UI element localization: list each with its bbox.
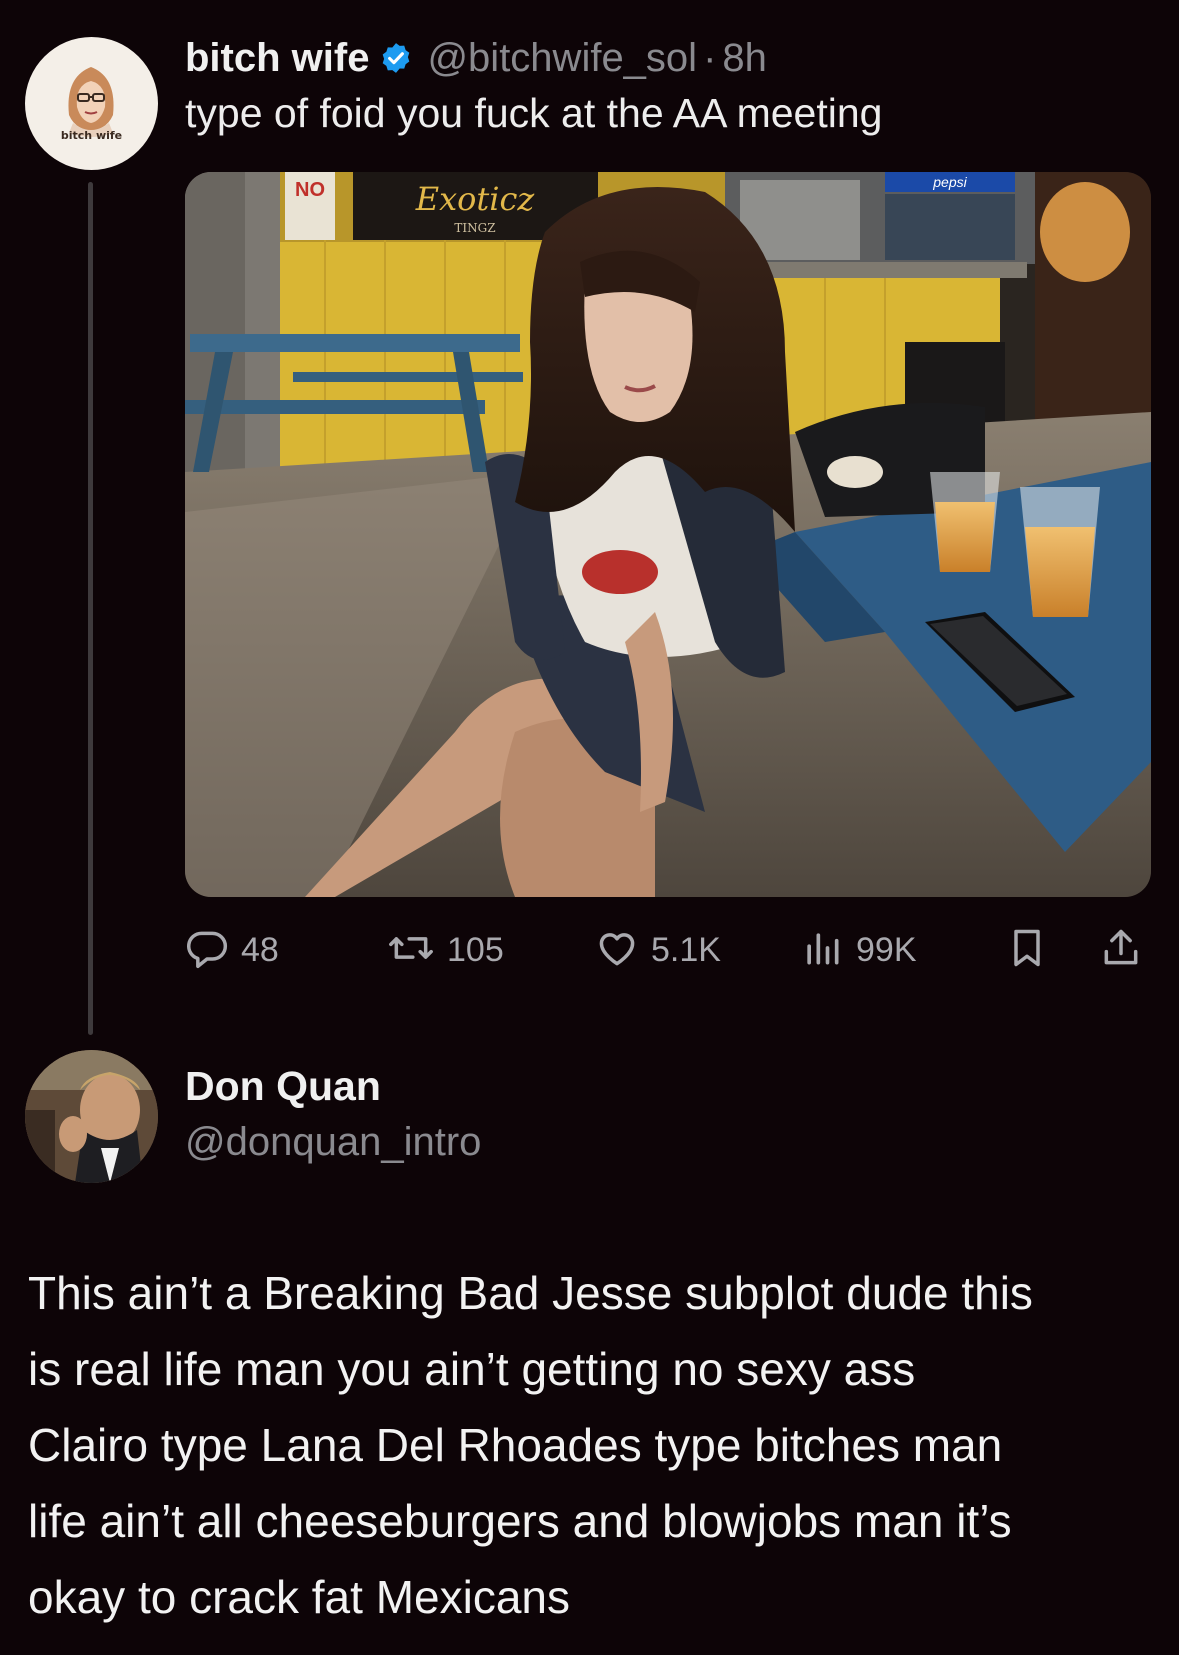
reply-count: 48	[241, 930, 279, 969]
author-avatar[interactable]: bitch wife	[25, 37, 158, 170]
no-sign-text: NO	[295, 179, 325, 201]
cartoon-woman-avatar-art	[68, 67, 114, 137]
reply-author-name[interactable]: Don Quan	[185, 1063, 381, 1110]
tweet-header: bitch wife @bitchwife_sol · 8h	[185, 30, 767, 86]
bookmark-icon	[1005, 926, 1049, 975]
reply-text-line: okay to crack fat Mexicans	[28, 1571, 570, 1623]
views-chart-icon	[800, 926, 844, 975]
tweet-photo[interactable]: NO Exoticz TINGZ pepsi	[185, 172, 1151, 897]
share-icon	[1099, 926, 1143, 975]
repost-icon	[387, 926, 435, 975]
reply-text-line: is real life man you ain’t getting no se…	[28, 1343, 916, 1395]
shop-sign-subtext: TINGZ	[454, 221, 495, 235]
tweet-text: type of foid you fuck at the AA meeting	[185, 90, 883, 136]
reply-author-handle[interactable]: @donquan_intro	[185, 1120, 481, 1165]
shop-sign-text: Exoticz	[415, 180, 536, 218]
thread-connector-line	[88, 182, 93, 1035]
author-handle[interactable]: @bitchwife_sol	[427, 36, 697, 81]
views-button[interactable]: 99K	[800, 920, 917, 980]
like-count: 5.1K	[651, 930, 721, 969]
reply-text: This ain’t a Breaking Bad Jesse subplot …	[28, 1255, 1158, 1635]
bookmark-button[interactable]	[1005, 920, 1049, 980]
avatar-caption: bitch wife	[60, 129, 123, 142]
meta-separator: ·	[703, 35, 717, 80]
reply-text-line: Clairo type Lana Del Rhoades type bitche…	[28, 1419, 1003, 1471]
reply-text-line: This ain’t a Breaking Bad Jesse subplot …	[28, 1267, 1033, 1319]
tweet-timestamp[interactable]: 8h	[722, 36, 767, 81]
heart-icon	[595, 926, 639, 975]
repost-button[interactable]: 105	[387, 920, 504, 980]
reply-button[interactable]: 48	[185, 920, 279, 980]
verified-badge-icon	[379, 41, 413, 75]
like-button[interactable]: 5.1K	[595, 920, 721, 980]
author-name[interactable]: bitch wife	[185, 36, 369, 81]
reply-author-avatar[interactable]	[25, 1050, 158, 1183]
man-portrait-avatar-art	[25, 1050, 158, 1183]
reply-text-line: life ain’t all cheeseburgers and blowjob…	[28, 1495, 1012, 1547]
photo-illustration: NO Exoticz TINGZ pepsi	[185, 172, 1151, 897]
views-count: 99K	[856, 930, 917, 969]
pepsi-sign-text: pepsi	[932, 174, 967, 190]
reply-icon	[185, 926, 229, 975]
page: bitch wife bitch wife @bitchwife_sol · 8…	[0, 0, 1179, 1655]
repost-count: 105	[447, 930, 504, 969]
tweet-action-bar: 48 105 5.1K 99K	[185, 920, 1151, 980]
share-button[interactable]	[1099, 920, 1143, 980]
